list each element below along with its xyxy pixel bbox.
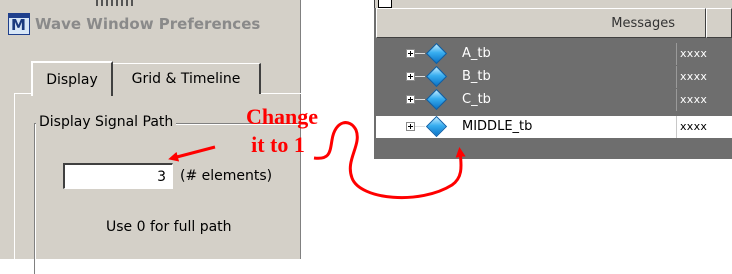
annotation-line-2: it to 1 (251, 132, 305, 157)
tab-display[interactable]: Display (31, 61, 113, 96)
arrow-to-input (168, 145, 216, 162)
annotation-arrows (168, 121, 466, 200)
annotation-line-1: Change (245, 104, 319, 129)
